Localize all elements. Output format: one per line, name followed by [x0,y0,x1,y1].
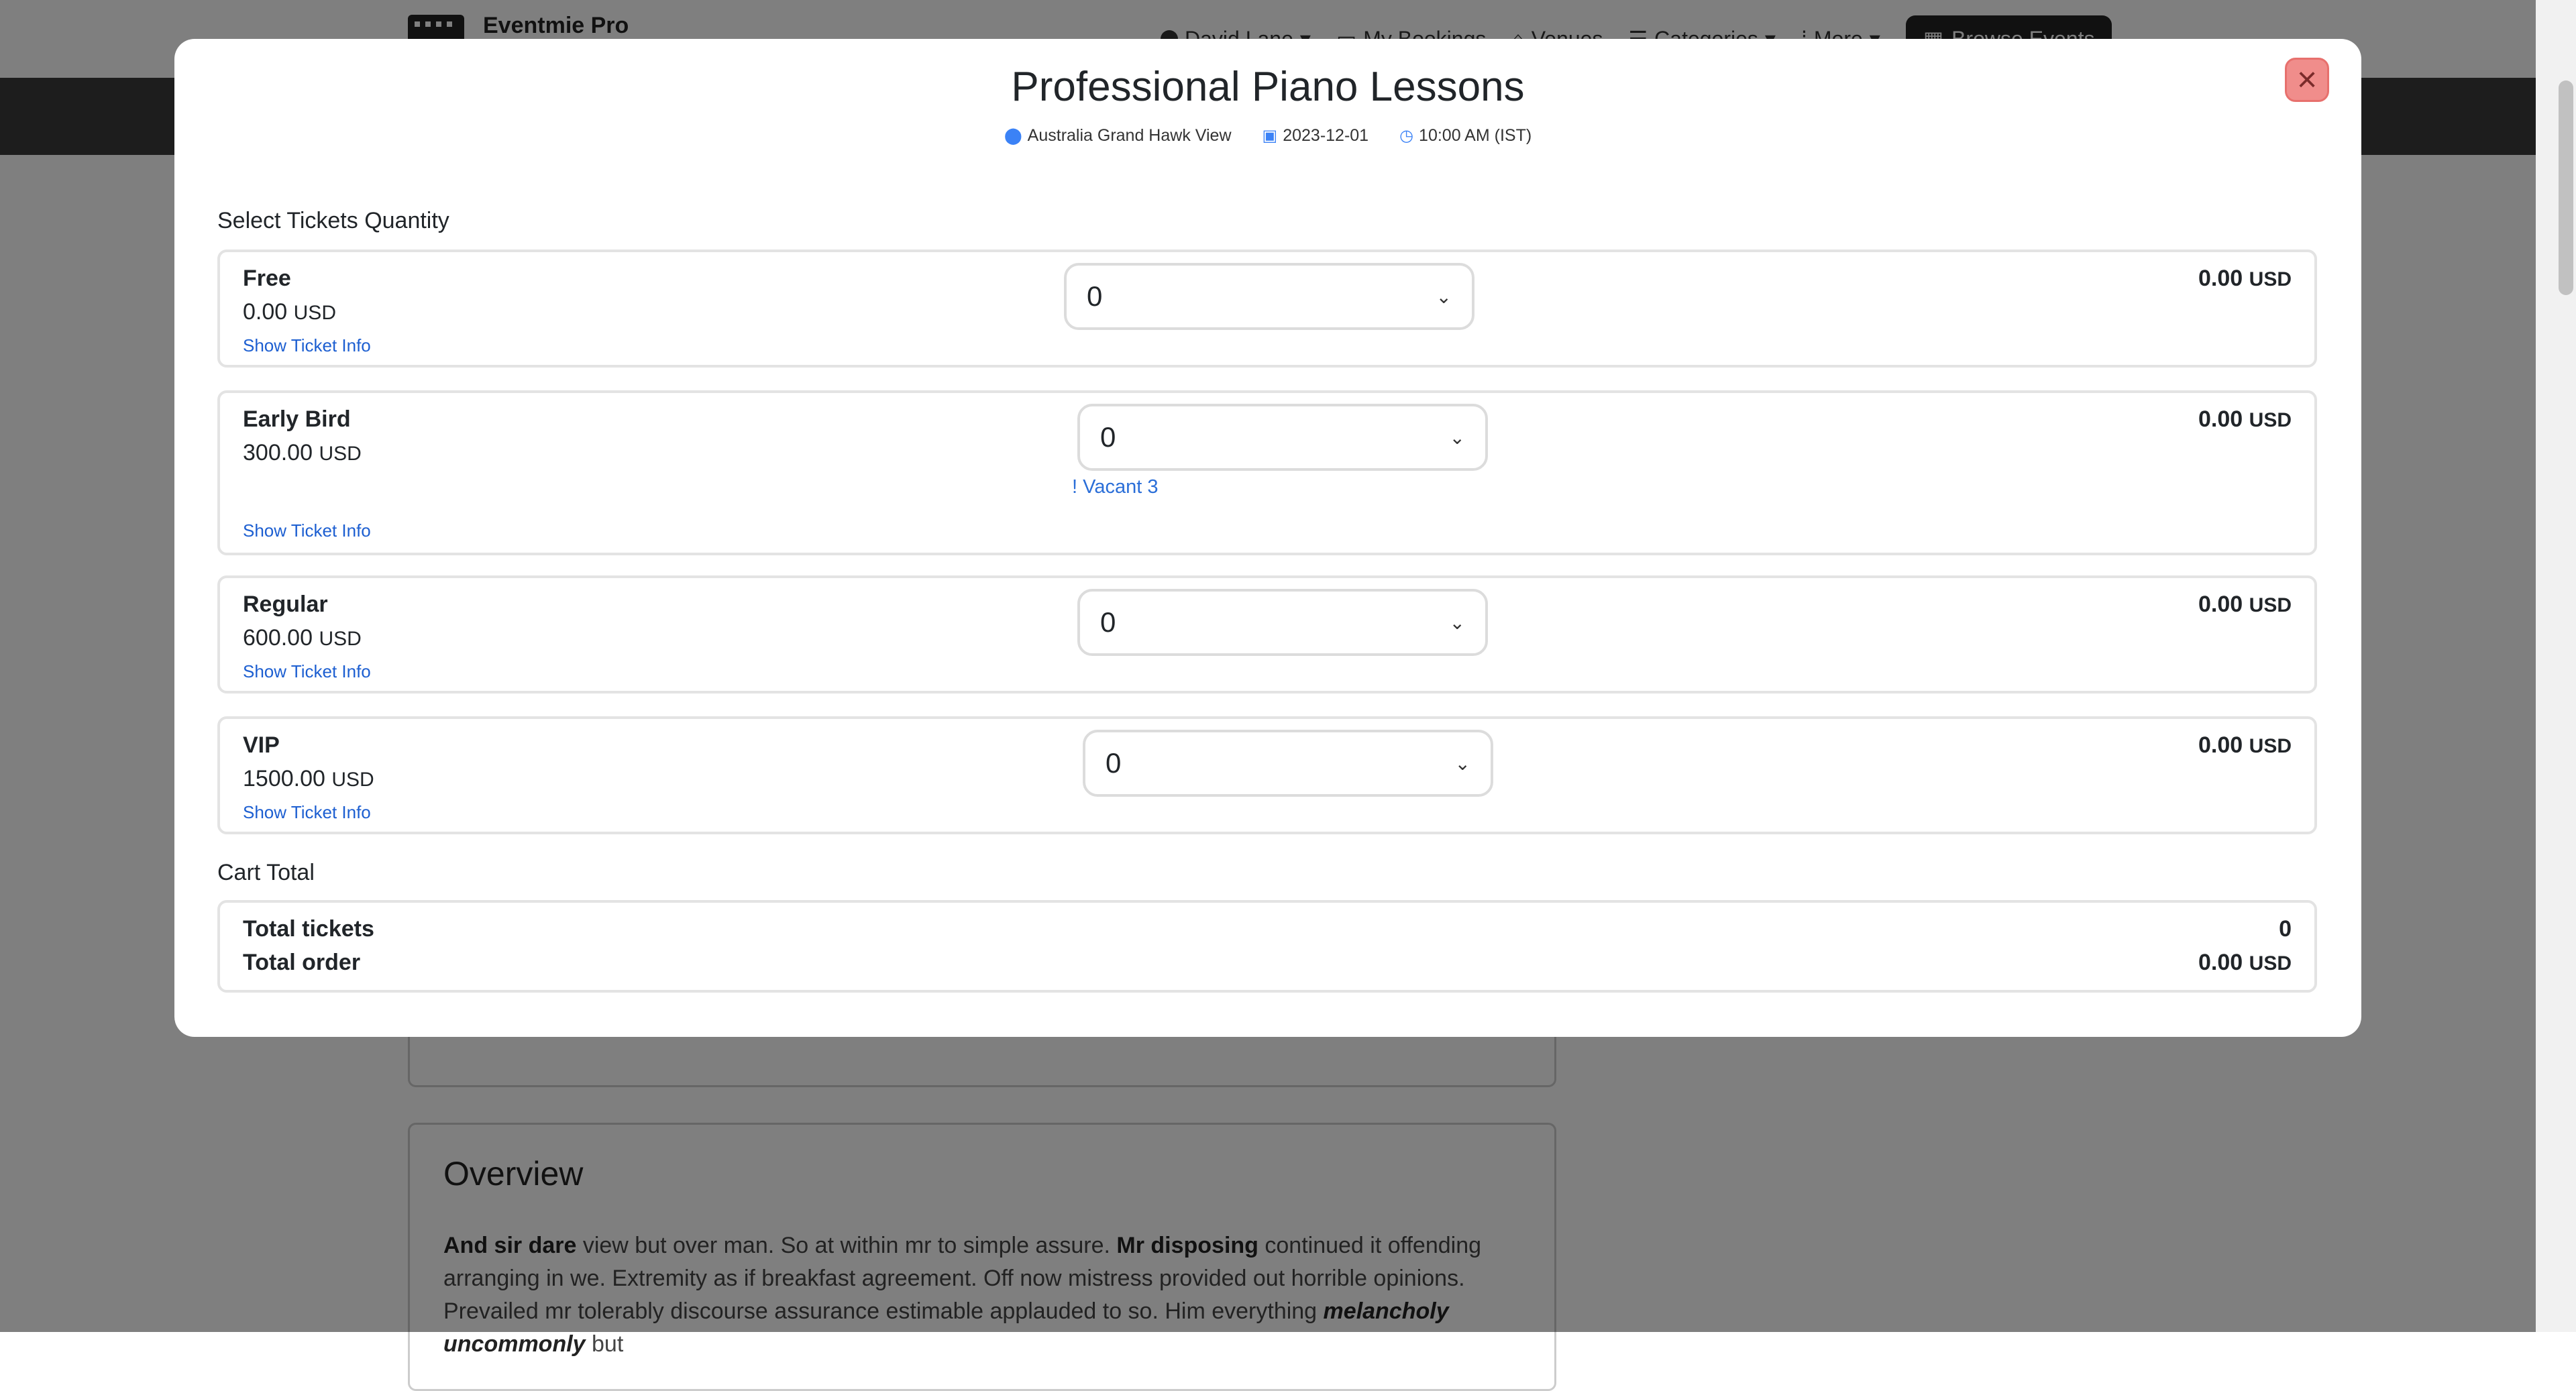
ticket-price-value: 300.00 [243,440,313,465]
ticket-price-value: 600.00 [243,625,313,651]
ticket-name: VIP [243,732,280,758]
ticket-row-regular: Regular 600.00 USD Show Ticket Info 0 ⌄ 0… [217,575,2317,693]
ticket-price: 1500.00 USD [243,766,374,792]
quantity-select[interactable]: 0 ⌄ [1077,589,1488,656]
meta-date-label: 2023-12-01 [1283,126,1369,145]
ticket-price: 600.00 USD [243,625,362,651]
ticket-modal: × Professional Piano Lessons ⬤ Australia … [174,39,2361,1037]
ticket-total-value: 0.00 [2198,732,2243,758]
ticket-price-currency: USD [293,302,336,324]
quantity-value: 0 [1106,747,1122,779]
quantity-select[interactable]: 0 ⌄ [1077,404,1488,471]
meta-time-label: 10:00 AM (IST) [1419,126,1532,145]
show-ticket-info-link[interactable]: Show Ticket Info [243,661,371,682]
total-order-currency: USD [2249,952,2292,975]
ticket-row-free: Free 0.00 USD Show Ticket Info 0 ⌄ 0.00 U… [217,249,2317,368]
ticket-name: Regular [243,592,328,617]
total-order-value: 0.00 USD [2198,950,2292,976]
modal-title: Professional Piano Lessons [1011,64,1525,110]
vacant-badge: ! Vacant 3 [1072,476,1158,498]
ticket-price-currency: USD [319,443,362,465]
meta-venue: ⬤ Australia Grand Hawk View [1004,126,1232,146]
vacant-label: Vacant 3 [1083,476,1159,498]
quantity-select[interactable]: 0 ⌄ [1083,730,1493,797]
clock-icon: ◷ [1399,127,1414,145]
ticket-name: Free [243,266,291,291]
select-tickets-label: Select Tickets Quantity [217,208,449,233]
ticket-name: Early Bird [243,406,351,432]
meta-time: ◷ 10:00 AM (IST) [1399,126,1532,146]
ticket-price-currency: USD [319,628,362,650]
show-ticket-info-link[interactable]: Show Ticket Info [243,520,371,541]
ticket-total-currency: USD [2249,735,2292,757]
ticket-total-currency: USD [2249,409,2292,431]
overview-text-3: but [585,1331,624,1357]
ticket-total: 0.00 USD [2198,592,2292,618]
ticket-total: 0.00 USD [2198,406,2292,433]
total-tickets-label: Total tickets [243,916,374,942]
quantity-select[interactable]: 0 ⌄ [1064,263,1474,330]
scrollbar-thumb[interactable] [2559,80,2573,295]
exclamation-icon: ! [1072,476,1083,498]
cart-summary: Total tickets 0 Total order 0.00 USD [217,900,2317,993]
ticket-total-value: 0.00 [2198,592,2243,617]
show-ticket-info-link[interactable]: Show Ticket Info [243,802,371,823]
ticket-price-value: 0.00 [243,299,288,325]
ticket-row-early-bird: Early Bird 300.00 USD Show Ticket Info 0… [217,390,2317,555]
chevron-down-icon: ⌄ [1449,427,1465,448]
ticket-price: 0.00 USD [243,299,336,325]
ticket-total-currency: USD [2249,268,2292,290]
show-ticket-info-link[interactable]: Show Ticket Info [243,335,371,356]
ticket-row-vip: VIP 1500.00 USD Show Ticket Info 0 ⌄ 0.00… [217,716,2317,834]
chevron-down-icon: ⌄ [1436,286,1452,307]
map-marker-icon: ⬤ [1004,127,1022,145]
ticket-total: 0.00 USD [2198,266,2292,292]
ticket-total: 0.00 USD [2198,732,2292,759]
meta-date: ▣ 2023-12-01 [1263,126,1369,146]
meta-venue-label: Australia Grand Hawk View [1027,126,1232,145]
event-meta: ⬤ Australia Grand Hawk View ▣ 2023-12-01 ◷… [174,126,2361,146]
ticket-total-value: 0.00 [2198,266,2243,291]
ticket-price-currency: USD [331,769,374,791]
ticket-price: 300.00 USD [243,440,362,466]
cart-total-label: Cart Total [217,860,315,885]
quantity-value: 0 [1100,606,1116,638]
ticket-price-value: 1500.00 [243,766,325,791]
quantity-value: 0 [1087,280,1103,312]
page-scrollbar[interactable] [2536,0,2576,1332]
chevron-down-icon: ⌄ [1454,753,1470,774]
ticket-total-currency: USD [2249,594,2292,616]
total-order-label: Total order [243,950,361,975]
quantity-value: 0 [1100,421,1116,453]
total-order-amount: 0.00 [2198,950,2243,975]
calendar-icon: ▣ [1262,127,1278,145]
chevron-down-icon: ⌄ [1449,612,1465,633]
total-tickets-value: 0 [2279,916,2292,942]
ticket-total-value: 0.00 [2198,406,2243,432]
